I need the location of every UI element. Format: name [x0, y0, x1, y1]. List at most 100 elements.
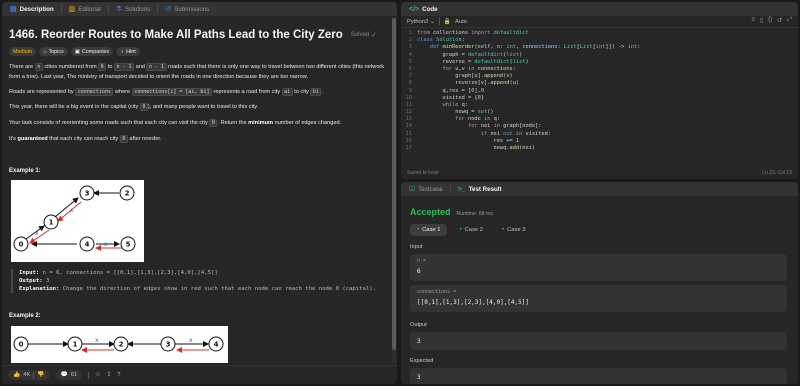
- case-1-tab[interactable]: • Case 1: [410, 224, 448, 236]
- scrollbar-thumb[interactable]: [392, 18, 396, 350]
- cross-mark: x: [104, 241, 108, 248]
- left-tabbar: ▤ Description ▥ Editorial ⚗ Solutions ↺ …: [2, 2, 397, 16]
- code-line: 13 for node in q:: [405, 116, 500, 123]
- code-line: 8 reverse[v].append(u): [408, 80, 520, 87]
- svg-text:0: 0: [19, 241, 24, 249]
- text: . Return the: [217, 120, 249, 126]
- divider: [33, 371, 35, 379]
- pass-dot-icon: •: [501, 227, 505, 233]
- text: Roads are represented by: [9, 89, 76, 95]
- case-3-tab[interactable]: • Case 3: [495, 224, 532, 236]
- notes-icon[interactable]: ≡: [751, 17, 755, 24]
- red-edge-1-0: [29, 229, 50, 244]
- inline-code: n - 1: [113, 63, 135, 71]
- tab-divider: [449, 185, 451, 193]
- badge-label: Companies: [81, 48, 110, 55]
- text: to city: [292, 89, 311, 95]
- tab-testcase[interactable]: ☑ Testcase: [404, 182, 448, 196]
- explanation-value: Change the direction of edges show in re…: [62, 286, 376, 292]
- code-line: 5 reverse = defaultdict(list): [408, 58, 529, 65]
- pass-dot-icon: •: [417, 227, 420, 233]
- tab-description[interactable]: ▤ Description: [5, 2, 59, 16]
- code-line: 3 def minReorder(self, n: int, connectio…: [408, 44, 641, 51]
- companies-badge[interactable]: ▣ Companies: [70, 47, 114, 56]
- tab-label: Test Result: [468, 185, 502, 193]
- code-status-bar: Saved to local Ln 23, Col 19: [407, 170, 792, 176]
- comments-button[interactable]: 💬 61: [55, 370, 83, 380]
- svg-text:3: 3: [85, 190, 90, 198]
- lightbulb-icon: ♀: [120, 48, 125, 55]
- output-box[interactable]: 3: [410, 332, 787, 350]
- text: to: [106, 64, 114, 70]
- case-label: Case 2: [464, 227, 483, 233]
- share-icon[interactable]: ⇪: [106, 372, 111, 378]
- node-0: 0: [13, 236, 29, 252]
- tab-code[interactable]: </> Code: [404, 2, 443, 16]
- code-editor[interactable]: 1 from collections import defaultdict 2 cl…: [401, 30, 798, 166]
- thumbs-down-icon[interactable]: 👎: [37, 372, 44, 378]
- difficulty-badge[interactable]: Medium: [9, 47, 37, 56]
- case-2-tab[interactable]: • Case 2: [452, 224, 489, 236]
- code-toolbar: Python3 ⌄ 🔒 Auto: [401, 16, 798, 28]
- title-row: 1466. Reorder Routes to Make All Paths L…: [9, 29, 389, 43]
- text: and: [134, 64, 147, 70]
- code-line: 15 if nei not in visited:: [405, 130, 551, 137]
- problem-title: 1466. Reorder Routes to Make All Paths L…: [9, 29, 343, 41]
- braces-icon[interactable]: {}: [768, 17, 772, 24]
- expand-icon[interactable]: ⤢: [787, 17, 792, 24]
- verdict-row: Accepted Runtime: 68 ms: [410, 207, 493, 217]
- bookmark-icon[interactable]: ▯: [760, 17, 763, 24]
- text: This year, there will be a big event in …: [9, 104, 140, 110]
- example-input-line: Input: n = 6, connections = [[0,1],[1,3]…: [19, 269, 381, 277]
- badge-label: Topics: [48, 48, 64, 55]
- connections-value: [[0,1],[1,3],[2,3],[4,0],[4,5]]: [417, 299, 529, 306]
- help-icon[interactable]: ?: [117, 372, 120, 378]
- tab-label: Code: [422, 5, 438, 13]
- example-2-title: Example 2:: [9, 313, 41, 319]
- input-n-box[interactable]: n = 6: [410, 254, 787, 281]
- text: cities numbered from: [42, 64, 99, 70]
- explanation-label: Explanation:: [19, 286, 60, 292]
- cross-mark: x: [95, 337, 99, 344]
- description-paragraph-2: Roads are represented by connections whe…: [9, 88, 387, 98]
- code-line: 17 newq.add(nei): [405, 145, 536, 151]
- code-icon: </>: [409, 5, 420, 13]
- svg-text:4: 4: [214, 341, 219, 349]
- tab-label: Solutions: [124, 5, 151, 13]
- n-value: 6: [417, 268, 421, 275]
- code-line: 16 res += 1: [405, 137, 520, 144]
- code-line: 12 newq = set(): [405, 109, 494, 116]
- text: ), and many people want to travel to thi…: [147, 104, 259, 110]
- expected-value: 3: [417, 374, 421, 381]
- svg-text:2: 2: [119, 341, 124, 349]
- tab-solutions[interactable]: ⚗ Solutions: [111, 2, 156, 16]
- tab-divider: [107, 5, 109, 13]
- description-paragraph-3: This year, there will be a big event in …: [9, 103, 387, 113]
- expected-label: Expected: [410, 358, 434, 364]
- expected-box[interactable]: 3: [410, 368, 787, 384]
- case-label: Case 1: [422, 227, 441, 233]
- inline-code: 0: [98, 63, 107, 71]
- topics-badge[interactable]: ⌂ Topics: [39, 47, 68, 56]
- output-label: Output:: [19, 278, 43, 284]
- editorial-icon: ▥: [68, 5, 76, 13]
- tab-submissions[interactable]: ↺ Submissions: [160, 2, 214, 16]
- mode-label[interactable]: Auto: [455, 19, 467, 25]
- like-button[interactable]: 👍 4K 👎: [8, 370, 50, 380]
- runtime: Runtime: 68 ms: [456, 211, 493, 217]
- star-icon[interactable]: ☆: [95, 372, 100, 378]
- language-select[interactable]: Python3 ⌄: [407, 19, 435, 25]
- tab-test-result[interactable]: >_ Test Result: [453, 182, 507, 196]
- hint-badge[interactable]: ♀ Hint: [116, 47, 140, 56]
- node-0: 0: [13, 336, 29, 352]
- reset-icon[interactable]: ↺: [777, 17, 782, 24]
- connections-key: connections =: [417, 289, 457, 295]
- input-connections-box[interactable]: connections = [[0,1],[1,3],[2,3],[4,0],[…: [410, 285, 787, 312]
- thumbs-up-icon: 👍: [13, 372, 21, 378]
- comment-count: 61: [70, 372, 78, 378]
- node-1: 1: [67, 336, 83, 352]
- example-explanation-line: Explanation: Change the direction of edg…: [19, 285, 381, 293]
- tab-editorial[interactable]: ▥ Editorial: [64, 2, 106, 16]
- text: where: [113, 89, 132, 95]
- bold-text: guaranteed: [17, 136, 48, 142]
